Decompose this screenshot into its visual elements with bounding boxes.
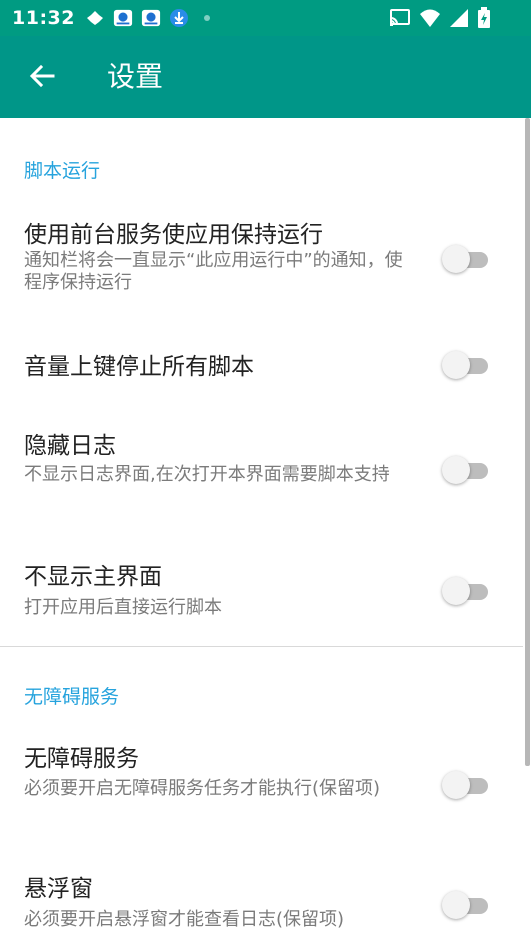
toggle-switch[interactable] xyxy=(442,455,490,485)
setting-floating-window[interactable]: 悬浮窗 必须要开启悬浮窗才能查看日志(保留项) xyxy=(0,870,523,944)
switch-thumb xyxy=(442,456,470,484)
dot-icon xyxy=(197,8,217,28)
setting-title: 隐藏日志 xyxy=(24,433,116,459)
setting-summary: 必须要开启无障碍服务任务才能执行(保留项) xyxy=(24,778,381,799)
system-icons xyxy=(389,7,491,33)
battery-charging-icon xyxy=(477,7,491,33)
switch-thumb xyxy=(442,245,470,273)
arrow-back-icon xyxy=(29,63,55,93)
setting-title: 使用前台服务使应用保持运行 xyxy=(24,222,323,248)
status-bar: 11:32 xyxy=(0,0,531,36)
signal-icon xyxy=(449,8,469,32)
setting-title: 音量上键停止所有脚本 xyxy=(24,354,254,380)
setting-summary: 通知栏将会一直显示“此应用运行中”的通知，使程序保持运行 xyxy=(24,250,403,293)
toggle-switch[interactable] xyxy=(442,890,490,920)
switch-thumb xyxy=(442,771,470,799)
setting-title: 不显示主界面 xyxy=(24,564,162,590)
app-notification-icon xyxy=(113,8,133,28)
status-time: 11:32 xyxy=(12,7,75,29)
wifi-icon xyxy=(419,8,441,32)
setting-volume-key-stop[interactable]: 音量上键停止所有脚本 xyxy=(0,338,523,398)
setting-summary: 打开应用后直接运行脚本 xyxy=(24,597,222,618)
setting-summary: 必须要开启悬浮窗才能查看日志(保留项) xyxy=(24,909,345,930)
section-header-script-run: 脚本运行 xyxy=(24,160,101,182)
back-button[interactable] xyxy=(20,56,64,100)
setting-title: 悬浮窗 xyxy=(24,876,93,902)
page-title: 设置 xyxy=(107,60,164,93)
switch-thumb xyxy=(442,351,470,379)
section-header-accessibility: 无障碍服务 xyxy=(24,686,120,708)
cast-icon xyxy=(389,8,411,32)
setting-title: 无障碍服务 xyxy=(24,746,139,772)
scrollbar[interactable] xyxy=(525,118,530,766)
app-notification-icon xyxy=(141,8,161,28)
setting-hide-main-ui[interactable]: 不显示主界面 打开应用后直接运行脚本 xyxy=(0,554,523,634)
toggle-switch[interactable] xyxy=(442,770,490,800)
toggle-switch[interactable] xyxy=(442,576,490,606)
settings-list: 脚本运行 使用前台服务使应用保持运行 通知栏将会一直显示“此应用运行中”的通知，… xyxy=(0,118,531,944)
switch-thumb xyxy=(442,577,470,605)
toggle-switch[interactable] xyxy=(442,350,490,380)
download-notification-icon xyxy=(169,8,189,28)
pinwheel-notification-icon xyxy=(85,8,105,28)
notification-icons xyxy=(85,8,217,28)
setting-hide-log[interactable]: 隐藏日志 不显示日志界面,在次打开本界面需要脚本支持 xyxy=(0,418,523,528)
section-divider xyxy=(0,646,523,647)
setting-summary: 不显示日志界面,在次打开本界面需要脚本支持 xyxy=(24,464,390,485)
toolbar: 设置 xyxy=(0,36,531,118)
setting-foreground-service[interactable]: 使用前台服务使应用保持运行 通知栏将会一直显示“此应用运行中”的通知，使程序保持… xyxy=(0,210,523,310)
setting-accessibility-service[interactable]: 无障碍服务 必须要开启无障碍服务任务才能执行(保留项) xyxy=(0,740,523,840)
switch-thumb xyxy=(442,891,470,919)
toggle-switch[interactable] xyxy=(442,244,490,274)
